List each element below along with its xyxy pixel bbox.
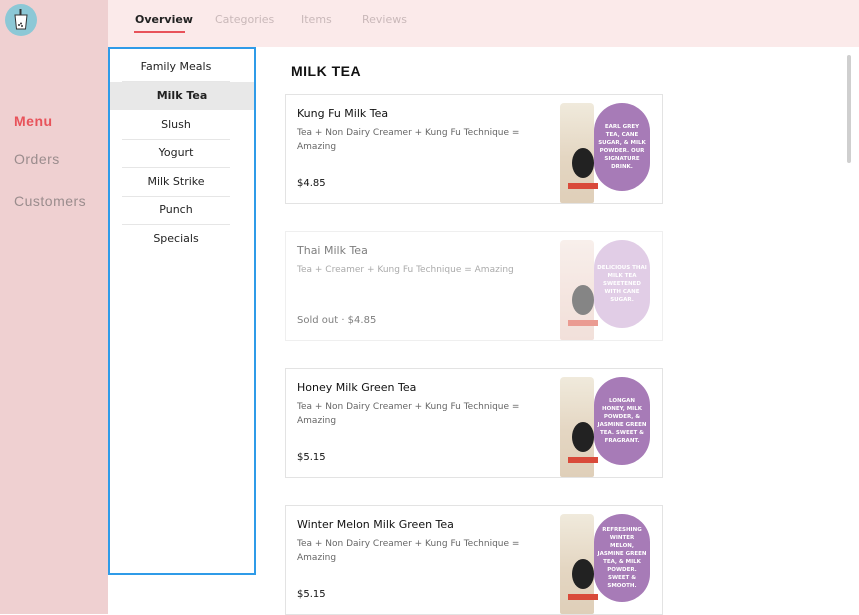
item-name: Thai Milk Tea: [297, 244, 368, 257]
menu-item-card[interactable]: Kung Fu Milk Tea Tea + Non Dairy Creamer…: [285, 94, 663, 204]
category-list: Family Meals Milk Tea Slush Yogurt Milk …: [108, 47, 256, 575]
item-name: Honey Milk Green Tea: [297, 381, 417, 394]
menu-item-card[interactable]: Thai Milk Tea Tea + Creamer + Kung Fu Te…: [285, 231, 663, 341]
item-description: Tea + Non Dairy Creamer + Kung Fu Techni…: [297, 402, 520, 426]
item-image: DELICIOUS THAI MILK TEA SWEETENED WITH C…: [554, 232, 662, 340]
item-description: Tea + Non Dairy Creamer + Kung Fu Techni…: [297, 539, 520, 563]
category-item-slush[interactable]: Slush: [122, 111, 230, 140]
item-description: Tea + Non Dairy Creamer + Kung Fu Techni…: [297, 128, 520, 152]
tab-categories[interactable]: Categories: [215, 13, 274, 26]
category-item-yogurt[interactable]: Yogurt: [122, 139, 230, 168]
item-price: $5.15: [297, 452, 326, 463]
item-price: $4.85: [297, 178, 326, 189]
tab-overview[interactable]: Overview: [135, 13, 193, 26]
boba-cup-icon[interactable]: [5, 4, 37, 36]
menu-item-card[interactable]: Honey Milk Green Tea Tea + Non Dairy Cre…: [285, 368, 663, 478]
drink-cup-image: [560, 103, 598, 203]
item-name: Kung Fu Milk Tea: [297, 107, 389, 120]
section-title: MILK TEA: [291, 63, 362, 79]
category-item-family-meals[interactable]: Family Meals: [122, 53, 230, 82]
item-bubble-caption: DELICIOUS THAI MILK TEA SWEETENED WITH C…: [594, 240, 650, 328]
drink-cup-image: [560, 240, 598, 340]
item-image: LONGAN HONEY, MILK POWDER, & JASMINE GRE…: [554, 369, 662, 477]
nav-item-menu[interactable]: Menu: [14, 113, 53, 129]
category-item-specials[interactable]: Specials: [122, 225, 230, 253]
item-image: REFRESHING WINTER MELON, JASMINE GREEN T…: [554, 506, 662, 614]
tab-reviews[interactable]: Reviews: [362, 13, 407, 26]
nav-item-orders[interactable]: Orders: [14, 151, 60, 167]
item-image: EARL GREY TEA, CANE SUGAR, & MILK POWDER…: [554, 95, 662, 203]
tab-items[interactable]: Items: [301, 13, 332, 26]
item-price: $5.15: [297, 589, 326, 600]
category-item-milk-strike[interactable]: Milk Strike: [122, 168, 230, 197]
item-name: Winter Melon Milk Green Tea: [297, 518, 454, 531]
category-item-milk-tea[interactable]: Milk Tea: [110, 82, 254, 110]
item-bubble-caption: LONGAN HONEY, MILK POWDER, & JASMINE GRE…: [594, 377, 650, 465]
item-bubble-caption: EARL GREY TEA, CANE SUGAR, & MILK POWDER…: [594, 103, 650, 191]
drink-cup-image: [560, 377, 598, 477]
category-item-punch[interactable]: Punch: [122, 196, 230, 225]
left-nav: Menu Orders Customers: [0, 0, 108, 614]
content-scrollbar[interactable]: [847, 55, 851, 163]
item-price: Sold out · $4.85: [297, 315, 377, 326]
active-tab-indicator: [134, 31, 185, 33]
menu-item-card[interactable]: Winter Melon Milk Green Tea Tea + Non Da…: [285, 505, 663, 615]
nav-item-customers[interactable]: Customers: [14, 193, 86, 209]
item-description: Tea + Creamer + Kung Fu Technique = Amaz…: [297, 265, 514, 275]
item-bubble-caption: REFRESHING WINTER MELON, JASMINE GREEN T…: [594, 514, 650, 602]
drink-cup-image: [560, 514, 598, 614]
